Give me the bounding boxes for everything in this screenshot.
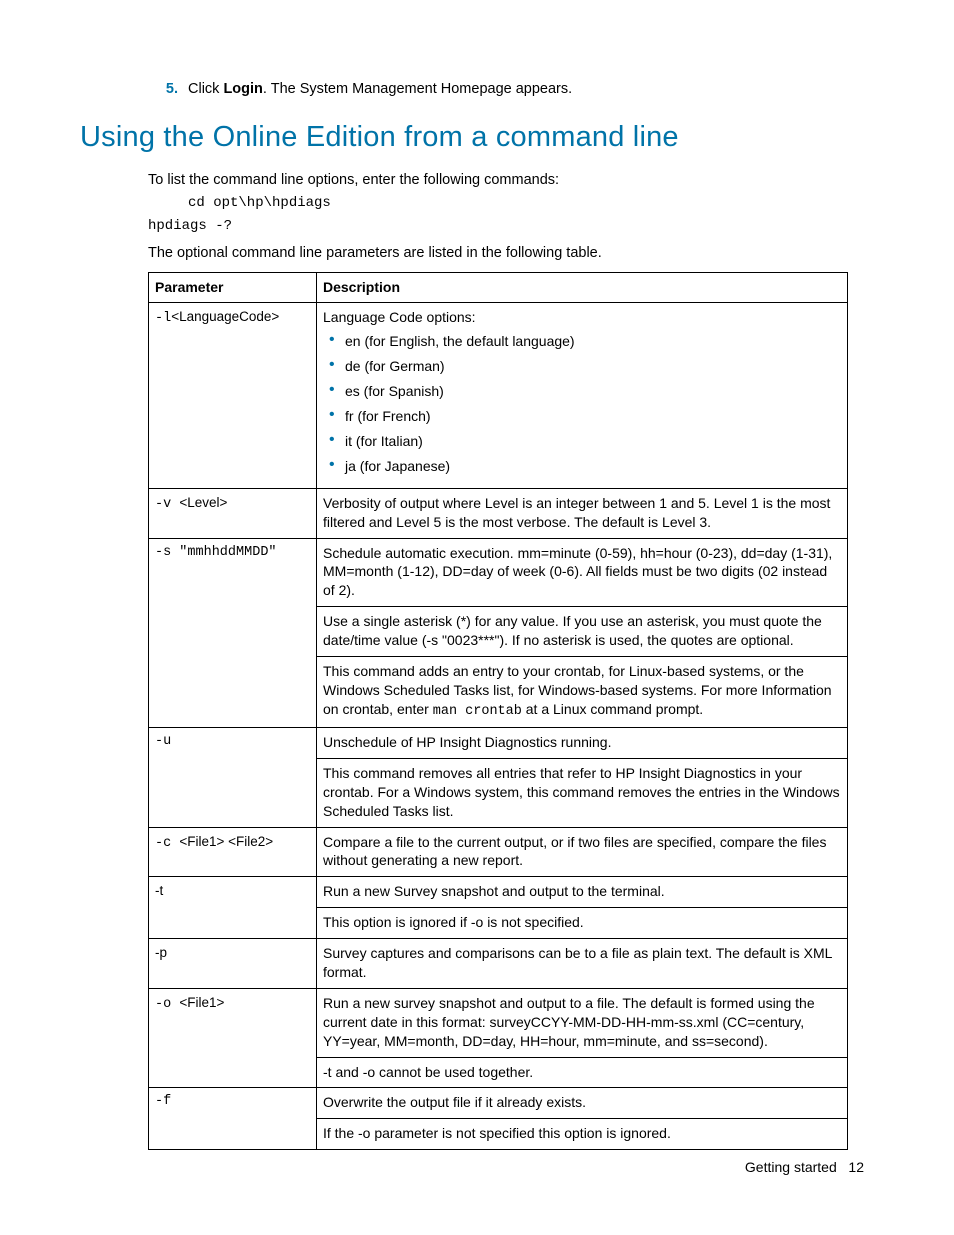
intro-text: To list the command line options, enter …	[148, 171, 864, 191]
desc-o: Run a new survey snapshot and output to …	[317, 988, 848, 1088]
param-p: -p	[149, 939, 317, 989]
step-number: 5.	[150, 80, 188, 100]
command-2: hpdiags -?	[148, 217, 864, 236]
parameters-table: Parameter Description -l<LanguageCode> L…	[148, 272, 848, 1151]
param-c: -c <File1> <File2>	[149, 827, 317, 877]
desc-u: Unschedule of HP Insight Diagnostics run…	[317, 727, 848, 827]
param-t: -t	[149, 877, 317, 939]
table-header-row: Parameter Description	[149, 272, 848, 302]
desc-t: Run a new Survey snapshot and output to …	[317, 877, 848, 939]
param-f: -f	[149, 1088, 317, 1150]
table-row: -t Run a new Survey snapshot and output …	[149, 877, 848, 939]
param-u: -u	[149, 727, 317, 827]
desc-s: Schedule automatic execution. mm=minute …	[317, 538, 848, 727]
desc-c: Compare a file to the current output, or…	[317, 827, 848, 877]
table-row: -c <File1> <File2> Compare a file to the…	[149, 827, 848, 877]
intro-2: The optional command line parameters are…	[148, 244, 864, 264]
list-item: ja (for Japanese)	[323, 457, 841, 476]
param-v: -v <Level>	[149, 488, 317, 538]
list-item: de (for German)	[323, 357, 841, 376]
desc-l: Language Code options: en (for English, …	[317, 302, 848, 488]
list-item: es (for Spanish)	[323, 382, 841, 401]
step-item: 5. Click Login. The System Management Ho…	[150, 80, 864, 100]
table-row: -f Overwrite the output file if it alrea…	[149, 1088, 848, 1150]
command-1: cd opt\hp\hpdiags	[188, 194, 864, 213]
step-text: Click Login. The System Management Homep…	[188, 80, 572, 100]
footer-section: Getting started	[745, 1159, 837, 1175]
desc-v: Verbosity of output where Level is an in…	[317, 488, 848, 538]
desc-p: Survey captures and comparisons can be t…	[317, 939, 848, 989]
list-item: fr (for French)	[323, 407, 841, 426]
header-description: Description	[317, 272, 848, 302]
lang-options: en (for English, the default language) d…	[323, 332, 841, 475]
table-row: -s "mmhhddMMDD" Schedule automatic execu…	[149, 538, 848, 727]
param-o: -o <File1>	[149, 988, 317, 1088]
section-heading: Using the Online Edition from a command …	[80, 118, 864, 157]
param-s: -s "mmhhddMMDD"	[149, 538, 317, 727]
list-item: en (for English, the default language)	[323, 332, 841, 351]
table-row: -o <File1> Run a new survey snapshot and…	[149, 988, 848, 1088]
table-row: -v <Level> Verbosity of output where Lev…	[149, 488, 848, 538]
page-footer: Getting started 12	[745, 1158, 864, 1177]
list-item: it (for Italian)	[323, 432, 841, 451]
footer-page: 12	[848, 1159, 864, 1175]
param-l: -l<LanguageCode>	[149, 302, 317, 488]
table-row: -l<LanguageCode> Language Code options: …	[149, 302, 848, 488]
desc-f: Overwrite the output file if it already …	[317, 1088, 848, 1150]
table-row: -p Survey captures and comparisons can b…	[149, 939, 848, 989]
header-parameter: Parameter	[149, 272, 317, 302]
table-row: -u Unschedule of HP Insight Diagnostics …	[149, 727, 848, 827]
